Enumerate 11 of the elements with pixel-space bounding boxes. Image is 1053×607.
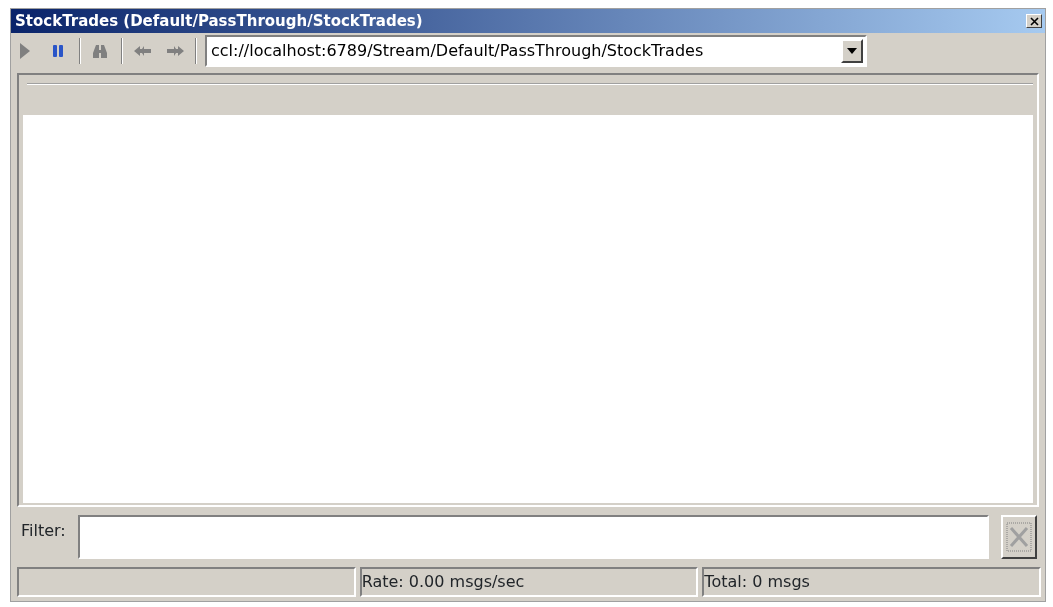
filter-field[interactable]: [77, 515, 989, 559]
close-icon: [1029, 16, 1039, 26]
clear-icon: [1006, 522, 1032, 552]
filter-label: Filter:: [21, 520, 66, 542]
window-title: StockTrades (Default/PassThrough/StockTrades): [15, 10, 423, 32]
dropdown-button[interactable]: [841, 39, 863, 63]
address-combo[interactable]: ccl://localhost:6789/Stream/Default/PassThrough/StockTrades: [205, 35, 867, 67]
caret-icon: [847, 48, 857, 54]
close-button[interactable]: [1026, 14, 1042, 28]
status-text: Total: 0 msgs: [702, 567, 1041, 597]
status-text: Rate: 0.00 msgs/sec: [359, 567, 699, 597]
